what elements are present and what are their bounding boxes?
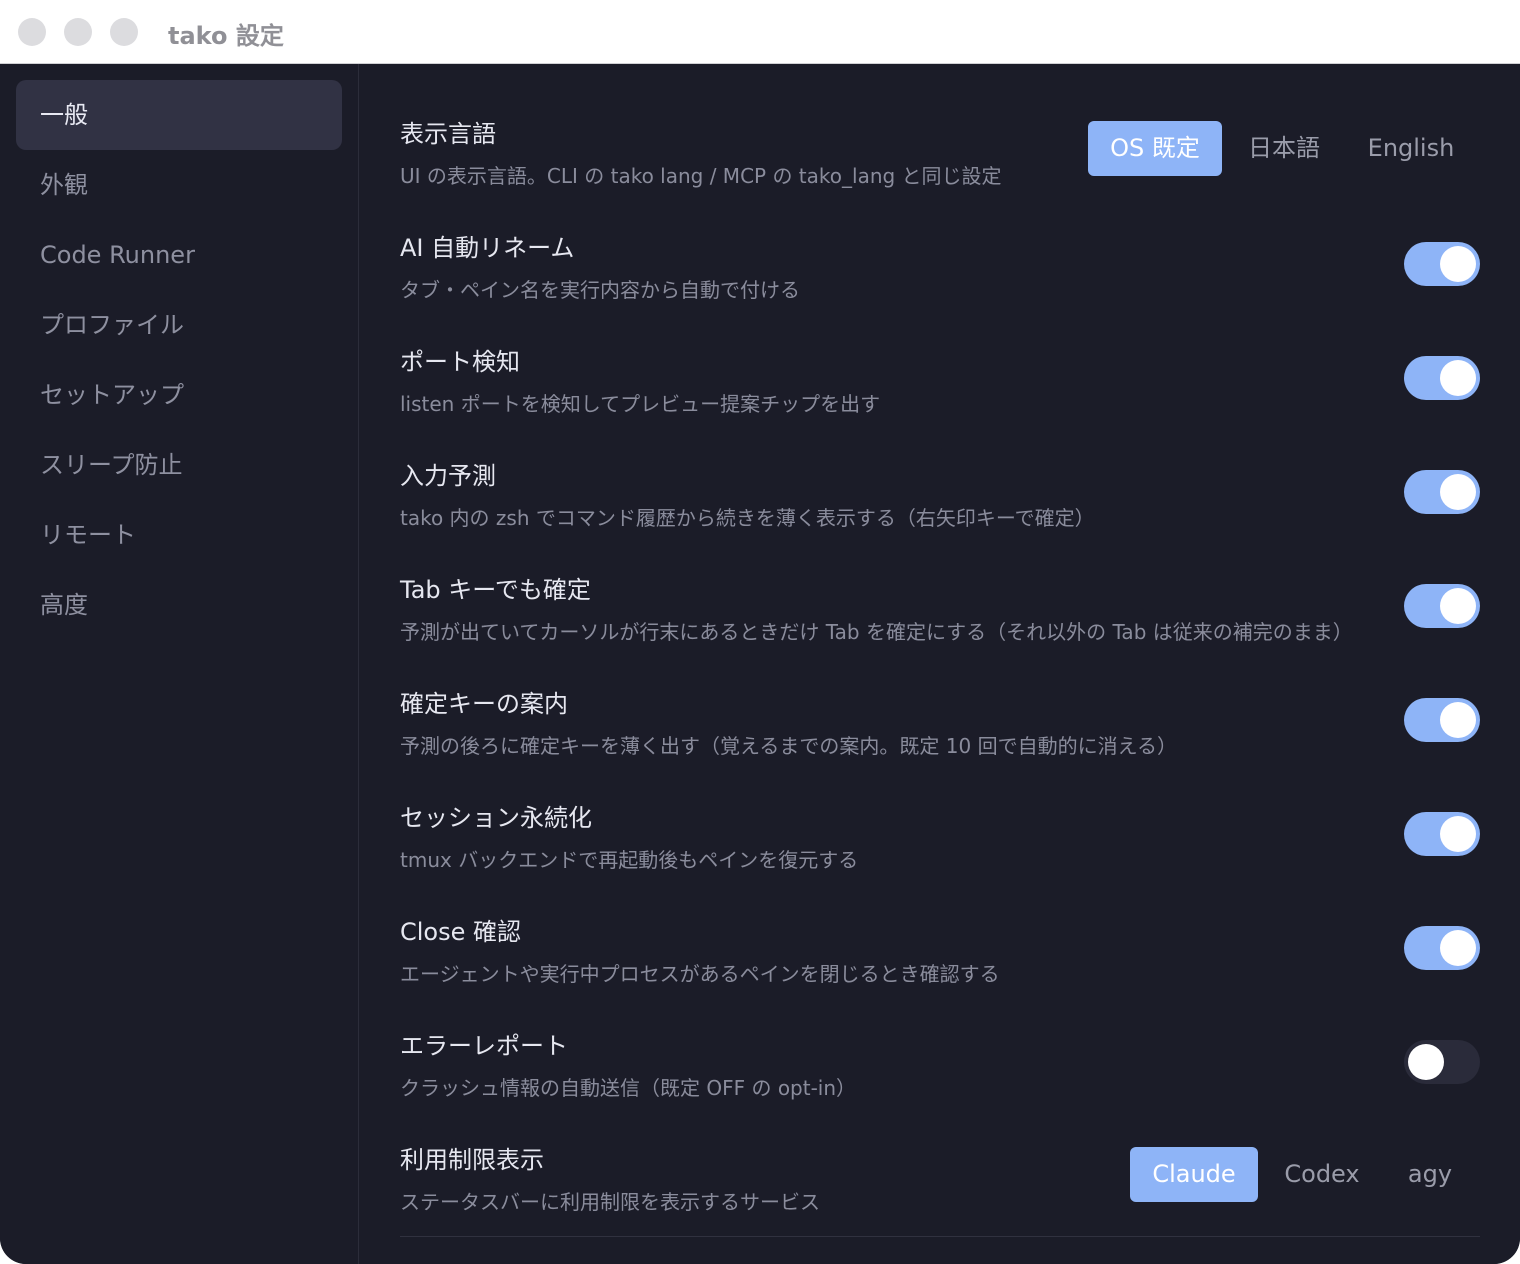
confirm-key-hint-title: 確定キーの案内: [400, 690, 568, 718]
sidebar-item-remote[interactable]: リモート: [16, 500, 342, 570]
close-confirm-title: Close 確認: [400, 918, 522, 946]
toggle-knob: [1440, 702, 1476, 738]
usage-option-codex[interactable]: Codex: [1272, 1147, 1372, 1202]
minimize-window-button[interactable]: [64, 18, 92, 46]
sidebar: 一般 外観 Code Runner プロファイル セットアップ スリープ防止 リ…: [0, 64, 359, 1264]
error-report-title: エラーレポート: [400, 1032, 568, 1060]
close-confirm-description: エージェントや実行中プロセスがあるペインを閉じるとき確認する: [400, 962, 1000, 986]
language-setting-description: UI の表示言語。CLI の tako lang / MCP の tako_la…: [400, 164, 1002, 188]
usage-limit-title: 利用制限表示: [400, 1146, 544, 1174]
section-divider: [400, 1236, 1480, 1237]
error-report-toggle[interactable]: [1404, 1040, 1480, 1084]
toggle-knob: [1440, 816, 1476, 852]
ai-rename-title: AI 自動リネーム: [400, 234, 575, 262]
tab-confirm-description: 予測が出ていてカーソルが行末にあるときだけ Tab を確定にする（それ以外の T…: [400, 620, 1353, 644]
sidebar-item-advanced[interactable]: 高度: [16, 570, 342, 640]
session-persistence-toggle[interactable]: [1404, 812, 1480, 856]
language-option-os-default[interactable]: OS 既定: [1088, 121, 1222, 176]
session-persistence-description: tmux バックエンドで再起動後もペインを復元する: [400, 848, 859, 872]
sidebar-item-general[interactable]: 一般: [16, 80, 342, 150]
zoom-window-button[interactable]: [110, 18, 138, 46]
toggle-knob: [1440, 930, 1476, 966]
input-prediction-title: 入力予測: [400, 462, 496, 490]
ai-rename-description: タブ・ペイン名を実行内容から自動で付ける: [400, 278, 800, 302]
sidebar-item-profiles[interactable]: プロファイル: [16, 290, 342, 360]
sidebar-item-code-runner[interactable]: Code Runner: [16, 220, 342, 290]
port-detection-toggle[interactable]: [1404, 356, 1480, 400]
port-detection-title: ポート検知: [400, 348, 520, 376]
usage-option-agy[interactable]: agy: [1390, 1147, 1470, 1202]
close-window-button[interactable]: [18, 18, 46, 46]
title-bar: tako 設定: [0, 0, 1520, 64]
toggle-knob: [1440, 246, 1476, 282]
sidebar-item-setup[interactable]: セットアップ: [16, 360, 342, 430]
language-option-english[interactable]: English: [1352, 121, 1470, 176]
language-setting-title: 表示言語: [400, 120, 496, 148]
settings-window: tako 設定 一般 外観 Code Runner プロファイル セットアップ …: [0, 0, 1520, 1264]
toggle-knob: [1440, 474, 1476, 510]
toggle-knob: [1440, 588, 1476, 624]
tab-confirm-toggle[interactable]: [1404, 584, 1480, 628]
ai-rename-toggle[interactable]: [1404, 242, 1480, 286]
confirm-key-hint-toggle[interactable]: [1404, 698, 1480, 742]
error-report-description: クラッシュ情報の自動送信（既定 OFF の opt-in）: [400, 1076, 857, 1100]
language-option-japanese[interactable]: 日本語: [1236, 121, 1332, 176]
settings-panel: 表示言語 UI の表示言語。CLI の tako lang / MCP の ta…: [359, 64, 1520, 1264]
session-persistence-title: セッション永続化: [400, 804, 592, 832]
sidebar-item-sleep-prevention[interactable]: スリープ防止: [16, 430, 342, 500]
window-title: tako 設定: [168, 22, 284, 50]
usage-option-claude[interactable]: Claude: [1130, 1147, 1258, 1202]
toggle-knob: [1440, 360, 1476, 396]
input-prediction-toggle[interactable]: [1404, 470, 1480, 514]
close-confirm-toggle[interactable]: [1404, 926, 1480, 970]
confirm-key-hint-description: 予測の後ろに確定キーを薄く出す（覚えるまでの案内。既定 10 回で自動的に消える…: [400, 734, 1177, 758]
port-detection-description: listen ポートを検知してプレビュー提案チップを出す: [400, 392, 881, 416]
tab-confirm-title: Tab キーでも確定: [400, 576, 591, 604]
sidebar-item-appearance[interactable]: 外観: [16, 150, 342, 220]
input-prediction-description: tako 内の zsh でコマンド履歴から続きを薄く表示する（右矢印キーで確定）: [400, 506, 1095, 530]
toggle-knob: [1408, 1044, 1444, 1080]
usage-limit-description: ステータスバーに利用制限を表示するサービス: [400, 1190, 820, 1214]
